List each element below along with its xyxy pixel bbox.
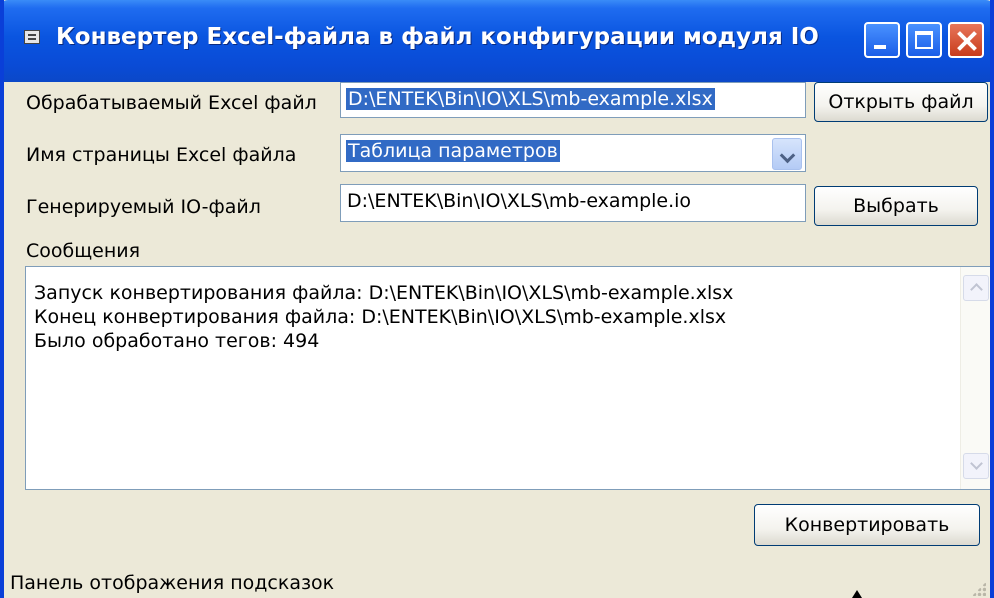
sheet-name-combobox[interactable]: Таблица параметров xyxy=(340,134,806,172)
resize-grip-icon[interactable] xyxy=(972,582,986,596)
sheet-name-label: Имя страницы Excel файла xyxy=(26,144,297,166)
main-window: Конвертер Excel-файла в файл конфигураци… xyxy=(0,0,994,598)
messages-content: Запуск конвертирования файла: D:\ENTEK\B… xyxy=(34,281,733,353)
close-icon xyxy=(950,24,982,56)
title-bar[interactable]: Конвертер Excel-файла в файл конфигураци… xyxy=(4,0,990,82)
maximize-button[interactable] xyxy=(906,22,942,58)
status-text: Панель отображения подсказок xyxy=(10,572,335,594)
status-bar: Панель отображения подсказок xyxy=(4,570,990,598)
excel-file-value: D:\ENTEK\Bin\IO\XLS\mb-example.xlsx xyxy=(346,88,715,110)
io-file-input[interactable]: D:\ENTEK\Bin\IO\XLS\mb-example.io xyxy=(340,184,806,222)
minimize-icon xyxy=(874,45,886,49)
messages-textarea[interactable]: Запуск конвертирования файла: D:\ENTEK\B… xyxy=(25,266,990,490)
sheet-name-value: Таблица параметров xyxy=(346,140,560,162)
io-file-label: Генерируемый IO-файл xyxy=(26,196,261,218)
scroll-up-icon[interactable] xyxy=(963,275,989,301)
mouse-cursor-icon xyxy=(852,590,862,598)
open-file-button-label: Открыть файл xyxy=(828,91,974,113)
app-icon[interactable] xyxy=(24,30,40,44)
convert-button-label: Конвертировать xyxy=(784,514,950,536)
open-file-button[interactable]: Открыть файл xyxy=(814,82,988,122)
messages-label: Сообщения xyxy=(26,240,141,262)
message-line: Запуск конвертирования файла: D:\ENTEK\B… xyxy=(34,282,734,304)
chevron-down-icon[interactable] xyxy=(772,138,802,170)
message-line: Конец конвертирования файла: D:\ENTEK\Bi… xyxy=(34,306,727,328)
convert-button[interactable]: Конвертировать xyxy=(754,504,980,546)
scroll-down-icon[interactable] xyxy=(963,453,989,479)
window-title: Конвертер Excel-файла в файл конфигураци… xyxy=(56,24,819,50)
close-button[interactable] xyxy=(948,22,984,58)
message-line: Было обработано тегов: 494 xyxy=(34,330,320,352)
choose-file-button[interactable]: Выбрать xyxy=(814,186,978,226)
io-file-value: D:\ENTEK\Bin\IO\XLS\mb-example.io xyxy=(347,190,692,212)
excel-file-label: Обрабатываемый Excel файл xyxy=(26,92,317,114)
excel-file-input[interactable]: D:\ENTEK\Bin\IO\XLS\mb-example.xlsx xyxy=(340,82,806,118)
messages-scrollbar[interactable] xyxy=(960,267,990,489)
maximize-icon xyxy=(915,31,933,49)
minimize-button[interactable] xyxy=(864,22,900,58)
choose-file-button-label: Выбрать xyxy=(853,195,939,217)
